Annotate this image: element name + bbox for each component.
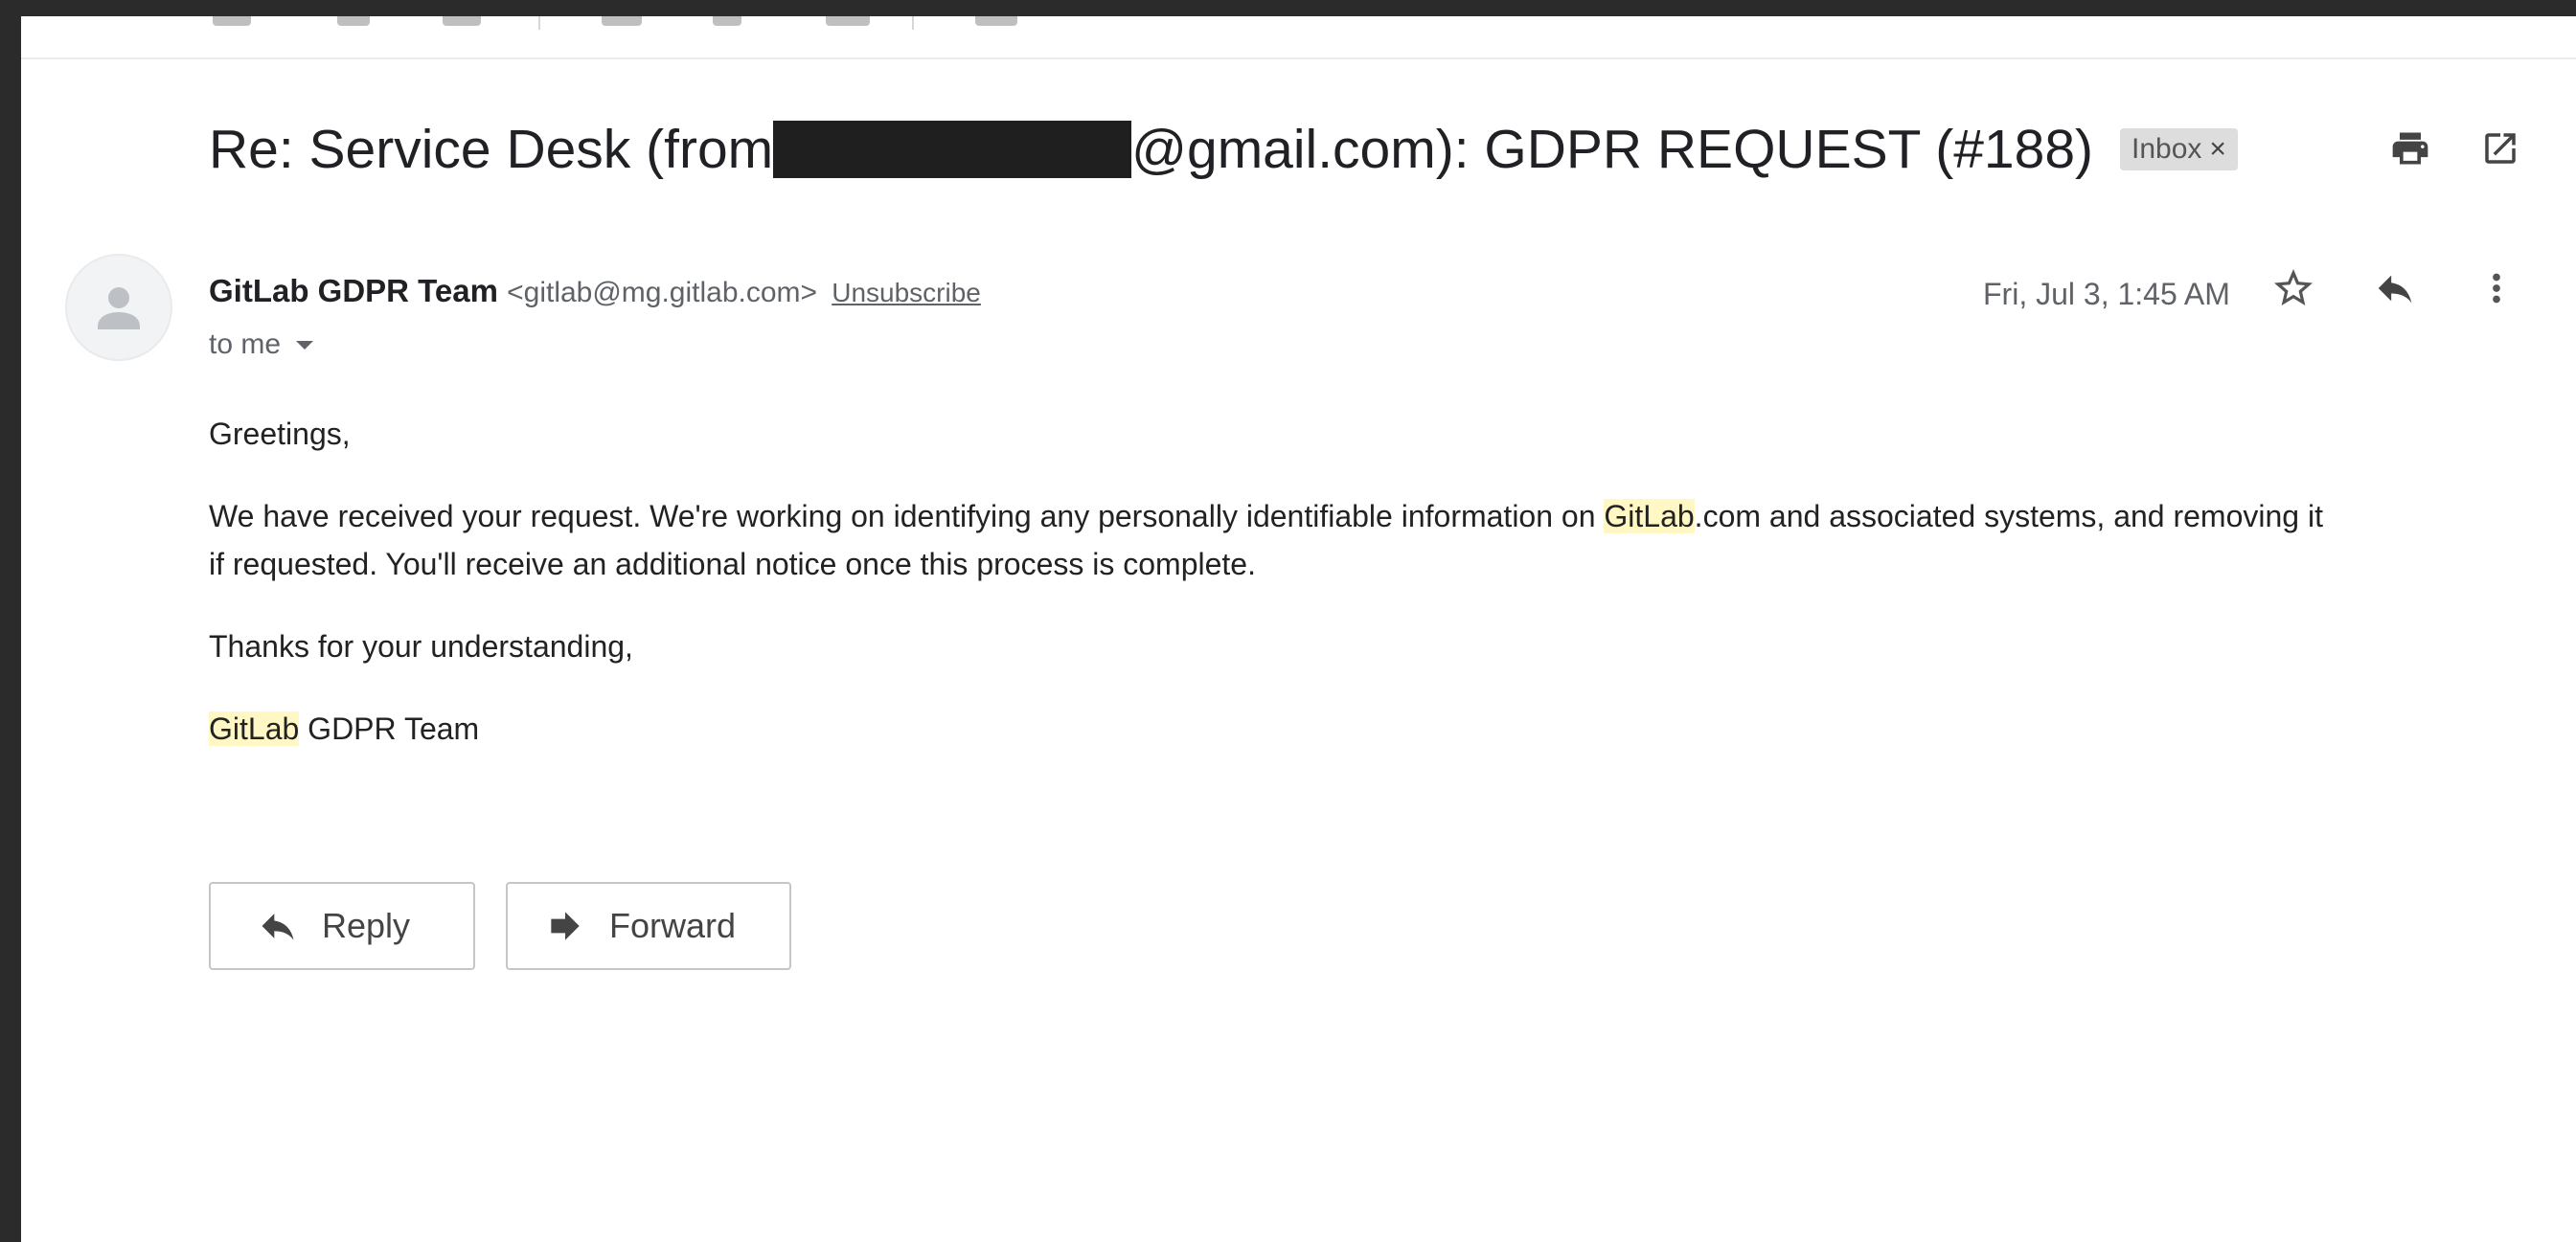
remove-label-icon[interactable]: × — [2209, 128, 2226, 170]
body-paragraph-line-1: We have received your request. We're wor… — [209, 492, 2323, 540]
recipient-dropdown[interactable]: to me — [209, 328, 314, 361]
forward-button-label: Forward — [609, 906, 737, 945]
toolbar-move-to-icon[interactable] — [975, 16, 1017, 26]
body-greeting: Greetings, — [209, 417, 351, 451]
inbox-label-text: Inbox — [2131, 133, 2202, 165]
sender-name[interactable]: GitLab GDPR Team — [209, 273, 498, 308]
toolbar-separator — [538, 16, 540, 30]
email-date: Fri, Jul 3, 1:45 AM — [1983, 277, 2230, 311]
reply-icon — [262, 914, 294, 940]
sender-line: GitLab GDPR Team <gitlab@mg.gitlab.com> … — [209, 273, 981, 309]
sender-email: <gitlab@mg.gitlab.com> — [507, 277, 818, 308]
toolbar-add-task-icon[interactable] — [826, 16, 870, 26]
unsubscribe-link[interactable]: Unsubscribe — [832, 278, 981, 307]
signature-rest: GDPR Team — [299, 711, 480, 746]
toolbar-archive-icon[interactable] — [213, 16, 251, 26]
email-subject: Re: Service Desk (from @gmail.com): GDPR… — [209, 116, 2238, 183]
chevron-down-icon[interactable] — [296, 340, 314, 350]
toolbar-strip-cutoff — [21, 16, 2576, 59]
forward-icon — [551, 912, 580, 940]
print-icon[interactable] — [2383, 122, 2437, 175]
toolbar-separator — [912, 16, 914, 30]
reply-button-label: Reply — [322, 906, 411, 945]
body-thanks: Thanks for your understanding, — [209, 629, 633, 664]
toolbar-report-icon[interactable] — [337, 16, 370, 26]
toolbar-delete-icon[interactable] — [443, 16, 481, 26]
search-highlight: GitLab — [1604, 499, 1695, 533]
body-para1-b: .com and associated systems, and removin… — [1694, 499, 2323, 533]
person-icon — [98, 287, 140, 329]
signature-highlight: GitLab — [209, 711, 300, 746]
toolbar-mark-unread-icon[interactable] — [602, 16, 642, 26]
recipient-label: to me — [209, 328, 282, 360]
body-paragraph-line-2: if requested. You'll receive an addition… — [209, 547, 1256, 581]
inbox-label-chip[interactable]: Inbox × — [2120, 128, 2238, 170]
reply-button[interactable]: Reply — [209, 882, 475, 970]
sender-avatar[interactable] — [65, 254, 172, 361]
subject-suffix: @gmail.com): GDPR REQUEST (#188) — [1131, 119, 2093, 180]
forward-button[interactable]: Forward — [506, 882, 791, 970]
body-para1-a: We have received your request. We're wor… — [209, 499, 1605, 533]
email-view: Re: Service Desk (from @gmail.com): GDPR… — [21, 16, 2576, 1242]
reply-icon[interactable] — [2368, 261, 2422, 315]
body-signature: GitLab GDPR Team — [209, 705, 479, 753]
window-frame-top — [0, 0, 2576, 16]
open-in-new-window-icon[interactable] — [2473, 122, 2527, 175]
more-vertical-icon[interactable] — [2470, 261, 2523, 315]
window-frame-left — [0, 0, 21, 1242]
redacted-email-block — [773, 121, 1132, 178]
toolbar-snooze-icon[interactable] — [713, 16, 741, 26]
subject-prefix: Re: Service Desk (from — [209, 119, 774, 180]
star-icon[interactable] — [2267, 261, 2320, 315]
